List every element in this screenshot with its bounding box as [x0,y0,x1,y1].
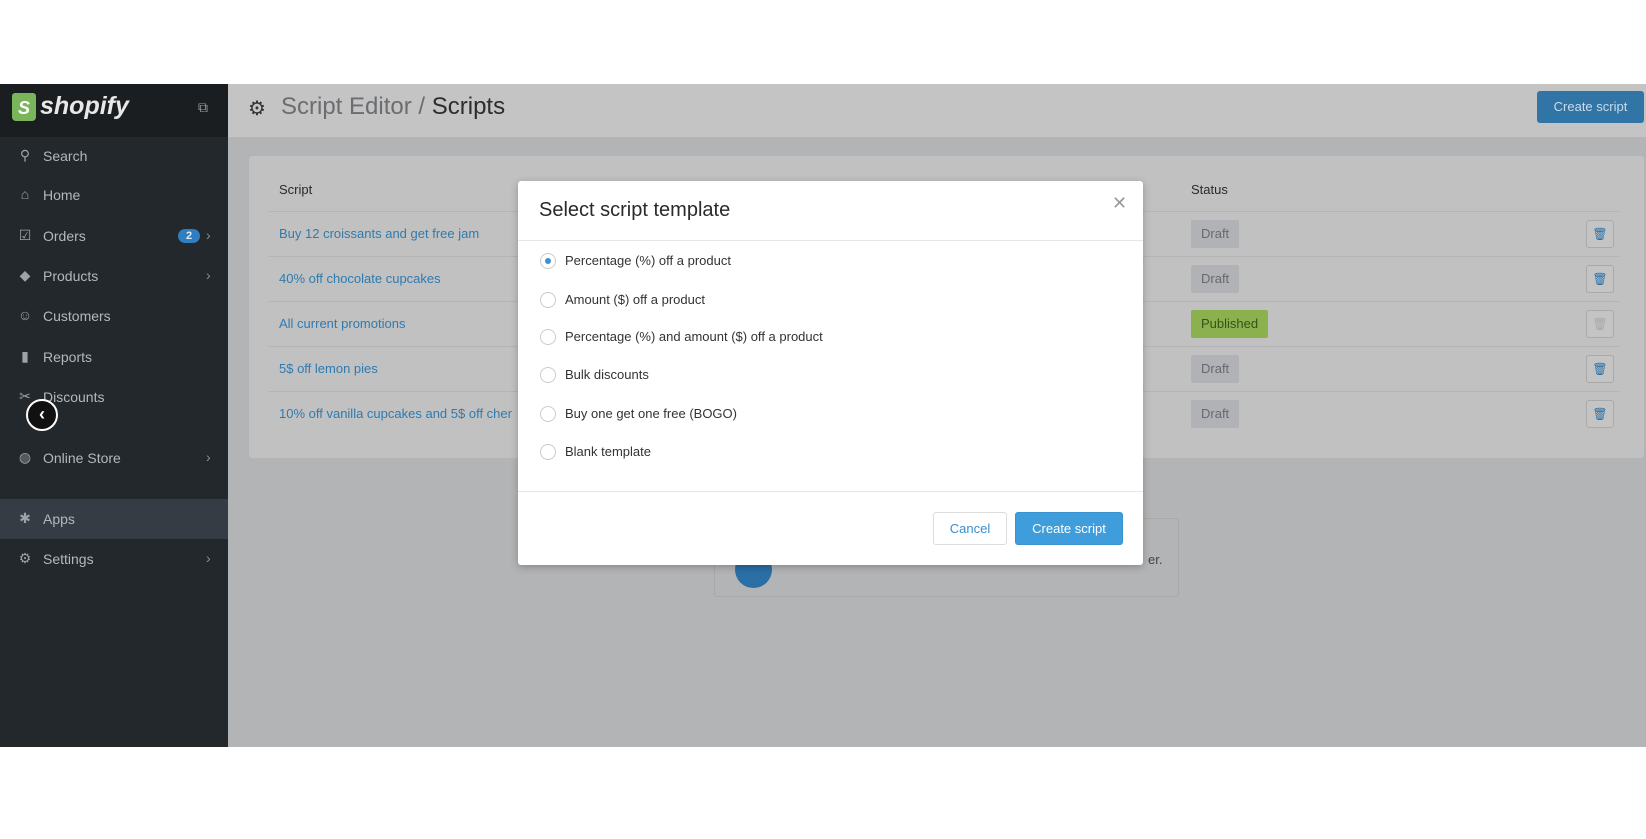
sidebar-item-label: Settings [43,551,94,567]
radio-button[interactable] [540,367,556,383]
sidebar-item-apps[interactable]: ✱ Apps [0,499,228,539]
puzzle-icon: ✱ [19,510,31,526]
option-label: Bulk discounts [565,367,649,382]
delete-button[interactable]: 🗑 [1586,265,1614,293]
create-script-header-button[interactable]: Create script [1537,91,1644,123]
sidebar-item-label: Search [43,148,88,164]
status-badge: Published [1191,310,1269,338]
home-icon: ⌂ [20,186,30,202]
sidebar-item-label: Customers [43,308,111,324]
option-label: Percentage (%) and amount ($) off a prod… [565,329,823,344]
sidebar-item-label: Reports [43,349,93,365]
collapse-sidebar-button[interactable]: ‹ [26,399,58,431]
brand-name: shopify [40,92,129,120]
radio-button[interactable] [540,253,556,269]
trash-icon: 🗑 [1592,272,1608,286]
close-icon[interactable]: ✕ [1112,193,1127,214]
page-header: ⚙ Script Editor / Scripts Create script [228,84,1646,137]
orders-icon: ☑ [18,227,32,243]
trash-icon: 🗑 [1592,317,1608,331]
orders-count-badge: 2 [178,229,201,243]
chevron-right-icon: › [206,227,211,243]
radio-button[interactable] [540,444,556,460]
bar-chart-icon: ▮ [21,348,29,364]
option-label: Amount ($) off a product [565,292,705,307]
trash-icon: 🗑 [1592,227,1608,241]
shopify-logo[interactable]: S shopify ⧉ [0,84,228,137]
info-text: er. [1148,552,1163,567]
shopify-bag-icon: S [12,93,36,121]
radio-button[interactable] [540,292,556,308]
delete-button[interactable]: 🗑 [1586,310,1614,338]
sidebar-item-label: Home [43,187,81,203]
breadcrumb-separator: / [411,93,432,120]
script-link[interactable]: All current promotions [279,316,405,331]
delete-button[interactable]: 🗑 [1586,220,1614,248]
sidebar-item-label: Online Store [43,450,121,466]
sidebar-item-home[interactable]: ⌂ Home [0,175,228,215]
modal-title: Select script template [539,199,731,221]
divider [518,491,1143,492]
chevron-right-icon: › [206,267,211,283]
sidebar-item-reports[interactable]: ▮ Reports [0,337,228,377]
script-link[interactable]: 5$ off lemon pies [279,361,378,376]
gear-icon: ⚙ [18,550,32,566]
sidebar-item-search[interactable]: ⚲ Search [0,136,228,176]
option-label: Buy one get one free (BOGO) [565,406,737,421]
status-badge: Draft [1191,355,1240,383]
sidebar-item-orders[interactable]: ☑ Orders 2 › [0,216,228,256]
gears-icon: ⚙ [248,98,266,120]
delete-button[interactable]: 🗑 [1586,355,1614,383]
chevron-right-icon: › [206,449,211,465]
sidebar-item-customers[interactable]: ☺ Customers [0,296,228,336]
breadcrumb: Script Editor / Scripts [281,93,505,121]
sidebar-item-settings[interactable]: ⚙ Settings › [0,539,228,579]
column-header-status: Status [1191,182,1228,197]
script-link[interactable]: 40% off chocolate cupcakes [279,271,441,286]
breadcrumb-parent[interactable]: Script Editor [281,93,412,120]
sidebar-item-label: Orders [43,228,86,244]
tag-icon: ◆ [19,267,31,283]
trash-icon: 🗑 [1592,407,1608,421]
chevron-right-icon: › [206,550,211,566]
trash-icon: 🗑 [1592,362,1608,376]
select-template-modal: Select script template ✕ Percentage (%) … [518,181,1143,565]
search-icon: ⚲ [19,147,31,163]
create-script-button[interactable]: Create script [1015,512,1123,545]
external-link-icon[interactable]: ⧉ [198,99,208,116]
sidebar-item-products[interactable]: ◆ Products › [0,256,228,296]
status-badge: Draft [1191,265,1240,293]
option-label: Percentage (%) off a product [565,253,731,268]
column-header-script: Script [279,182,313,197]
radio-button[interactable] [540,329,556,345]
script-link[interactable]: Buy 12 croissants and get free jam [279,226,479,241]
customers-icon: ☺ [17,307,33,323]
sidebar-item-label: Products [43,268,99,284]
sidebar: S shopify ⧉ ⚲ Search ⌂ Home ☑ Orders 2 › ◆ Produc… [0,84,228,747]
divider [518,240,1143,241]
page-title: Scripts [431,93,506,120]
status-badge: Draft [1191,400,1240,428]
delete-button[interactable]: 🗑 [1586,400,1614,428]
radio-button[interactable] [540,406,556,422]
globe-icon: ◍ [18,449,32,465]
sidebar-item-online-store[interactable]: ◍ Online Store › [0,438,228,478]
option-label: Blank template [565,444,651,459]
cancel-button[interactable]: Cancel [933,512,1007,545]
status-badge: Draft [1191,220,1240,248]
sidebar-item-label: Apps [43,511,75,527]
script-link[interactable]: 10% off vanilla cupcakes and 5$ off cher [279,406,512,421]
